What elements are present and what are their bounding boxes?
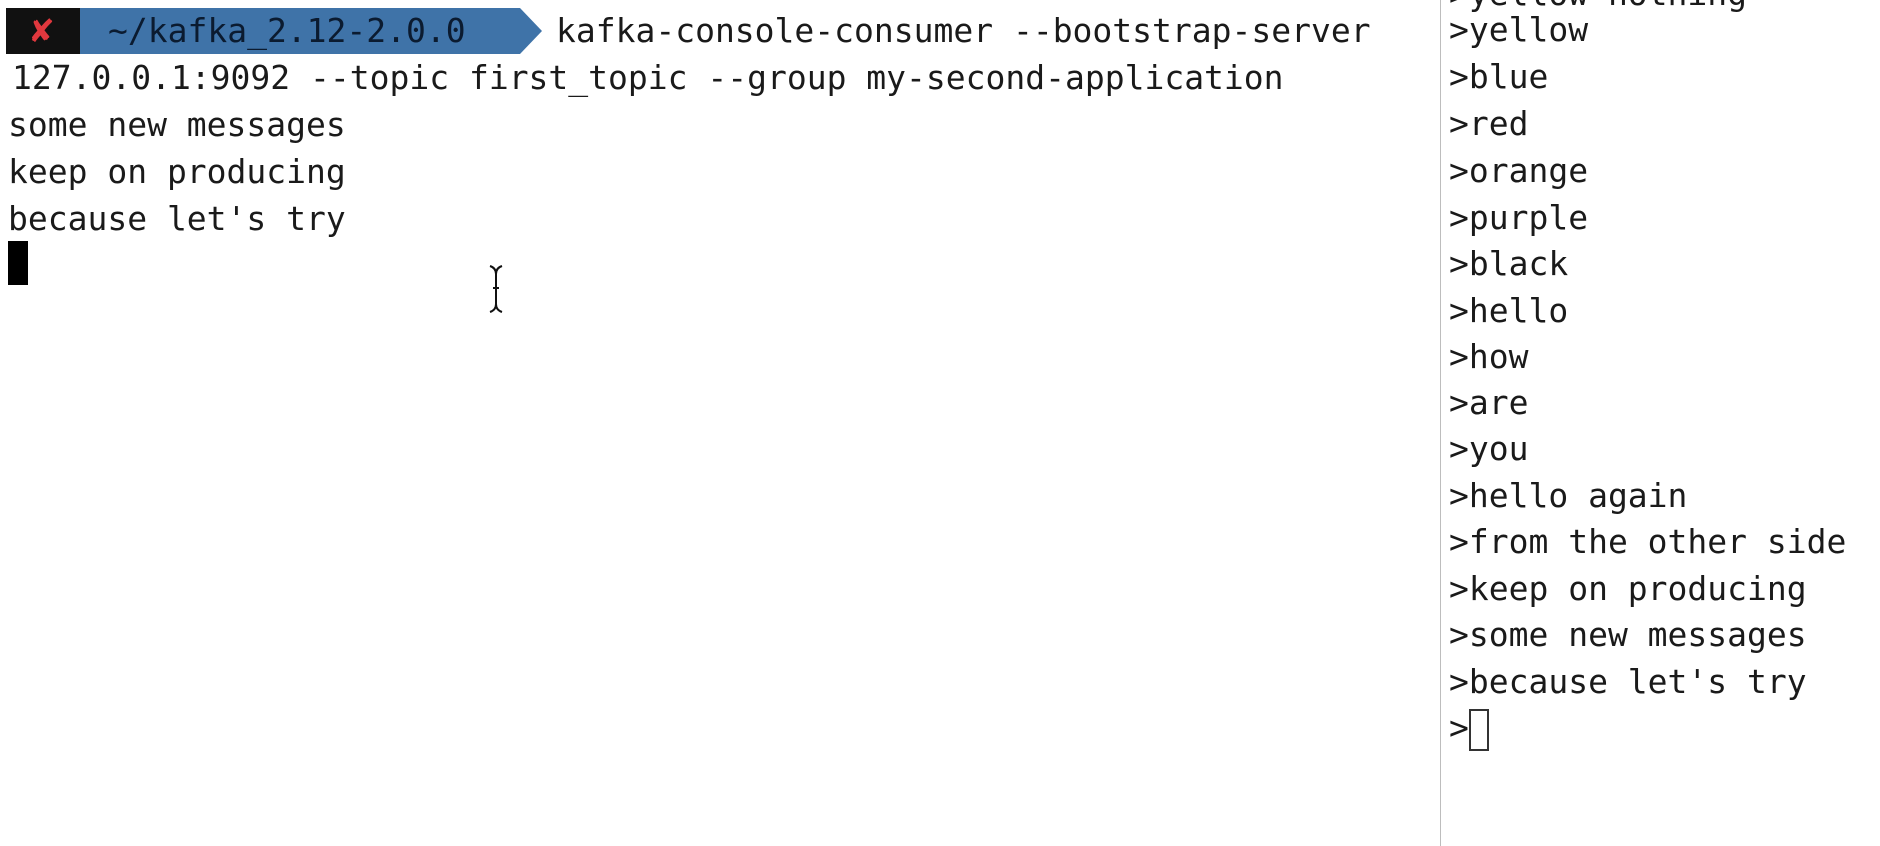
consumer-output-line: because let's try: [8, 199, 346, 238]
consumer-terminal-pane[interactable]: ✘ ~/kafka_2.12-2.0.0 kafka-console-consu…: [0, 0, 1440, 846]
producer-line: >black: [1449, 244, 1569, 283]
prompt-directory-segment: ~/kafka_2.12-2.0.0: [80, 8, 542, 54]
prompt-status-segment: ✘: [6, 8, 102, 54]
error-x-icon: ✘: [28, 12, 55, 50]
producer-line: >from the other side: [1449, 522, 1847, 561]
producer-terminal-pane[interactable]: >yellow nothing >yellow >blue >red >oran…: [1441, 0, 1880, 846]
producer-line: >yellow: [1449, 10, 1589, 49]
producer-line: >because let's try: [1449, 662, 1807, 701]
producer-line: >you: [1449, 429, 1529, 468]
command-line-2: 127.0.0.1:9092 --topic first_topic --gro…: [12, 58, 1284, 97]
producer-input-line[interactable]: >: [1449, 704, 1489, 751]
producer-line: >are: [1449, 383, 1529, 422]
consumer-output-line: keep on producing: [8, 152, 346, 191]
producer-line: >purple: [1449, 198, 1589, 237]
producer-line: >hello: [1449, 291, 1569, 330]
producer-line: >hello again: [1449, 476, 1688, 515]
producer-input-prompt: >: [1449, 708, 1469, 747]
terminal-block-cursor: [8, 241, 28, 285]
producer-line: >orange: [1449, 151, 1589, 190]
command-line-1: kafka-console-consumer --bootstrap-serve…: [556, 11, 1371, 50]
text-cursor-icon: [489, 265, 503, 313]
producer-line: >keep on producing: [1449, 569, 1807, 608]
producer-line: >red: [1449, 104, 1529, 143]
producer-line: >blue: [1449, 57, 1549, 96]
terminal-hollow-cursor: [1468, 708, 1489, 751]
producer-line: >some new messages: [1449, 615, 1807, 654]
consumer-output-line: some new messages: [8, 105, 346, 144]
prompt-directory: ~/kafka_2.12-2.0.0: [108, 11, 466, 50]
prompt-directory-arrow: [520, 8, 542, 54]
producer-line: >how: [1449, 337, 1529, 376]
